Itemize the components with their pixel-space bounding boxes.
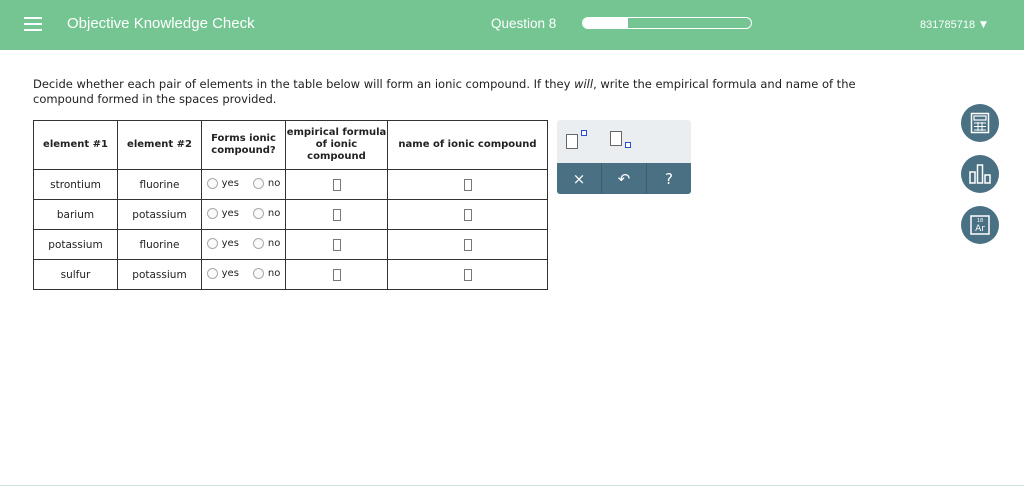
empirical-formula-cell	[285, 259, 388, 290]
element-2-cell: fluorine	[117, 229, 202, 260]
forms-ionic-cell: yes no	[201, 169, 286, 200]
element-1-cell: sulfur	[33, 259, 118, 290]
empirical-formula-input[interactable]	[332, 178, 341, 191]
column-header-empirical-formula: empirical formula of ionic compound	[285, 120, 388, 170]
compound-name-cell	[387, 169, 548, 200]
hamburger-menu-icon[interactable]	[24, 17, 42, 31]
footer-divider	[0, 485, 1024, 486]
no-label: no	[267, 177, 281, 189]
chevron-down-icon[interactable]: ▼	[980, 20, 987, 30]
forms-ionic-cell: yes no	[201, 259, 286, 290]
no-label: no	[267, 267, 281, 279]
forms-ionic-cell: yes no	[201, 229, 286, 260]
element-1-cell: barium	[33, 199, 118, 230]
empirical-formula-cell	[285, 229, 388, 260]
element-2-cell: potassium	[117, 259, 202, 290]
undo-icon[interactable]: ↶	[602, 163, 647, 194]
compound-name-input[interactable]	[463, 178, 472, 191]
no-radio[interactable]	[252, 207, 264, 219]
palette-actions: × ↶ ?	[557, 163, 691, 194]
empirical-formula-cell	[285, 169, 388, 200]
element-2-cell: fluorine	[117, 169, 202, 200]
yes-radio[interactable]	[206, 207, 218, 219]
yes-label: yes	[221, 207, 239, 219]
periodic-table-button[interactable]: 18 Ar	[961, 206, 999, 244]
calculator-icon	[970, 112, 990, 134]
progress-fill	[583, 18, 629, 28]
table-row: potassium fluorine yes no	[33, 229, 548, 260]
data-analysis-button[interactable]	[961, 155, 999, 193]
no-label: no	[267, 237, 281, 249]
yes-radio[interactable]	[206, 267, 218, 279]
app-title: Objective Knowledge Check	[67, 15, 255, 32]
yes-label: yes	[221, 267, 239, 279]
column-header-element-1: element #1	[33, 120, 118, 170]
close-icon[interactable]: ×	[557, 163, 602, 194]
template-row	[557, 120, 691, 163]
bar-chart-icon	[969, 164, 991, 184]
compound-name-input[interactable]	[463, 208, 472, 221]
ionic-compound-table: element #1 element #2 Forms ionic compou…	[33, 120, 548, 290]
instructions-emphasis: will	[574, 77, 594, 91]
yes-radio[interactable]	[206, 237, 218, 249]
empirical-formula-input[interactable]	[332, 268, 341, 281]
instructions-text-1: Decide whether each pair of elements in …	[33, 77, 575, 91]
table-row: strontium fluorine yes no	[33, 169, 548, 200]
top-bar: Objective Knowledge Check Question 8 831…	[0, 0, 1024, 50]
answer-palette: × ↶ ?	[557, 120, 691, 194]
forms-ionic-cell: yes no	[201, 199, 286, 230]
instructions: Decide whether each pair of elements in …	[33, 77, 913, 107]
table-header-row: element #1 element #2 Forms ionic compou…	[33, 120, 548, 170]
subscript-template-icon[interactable]	[609, 129, 637, 153]
yes-label: yes	[221, 237, 239, 249]
compound-name-cell	[387, 259, 548, 290]
element-symbol-label: Ar	[975, 224, 985, 234]
element-1-cell: potassium	[33, 229, 118, 260]
help-icon[interactable]: ?	[647, 163, 691, 194]
yes-label: yes	[221, 177, 239, 189]
no-radio[interactable]	[252, 237, 264, 249]
calculator-button[interactable]	[961, 104, 999, 142]
compound-name-cell	[387, 229, 548, 260]
element-2-cell: potassium	[117, 199, 202, 230]
superscript-template-icon[interactable]	[565, 129, 593, 153]
table-row: barium potassium yes no	[33, 199, 548, 230]
compound-name-input[interactable]	[463, 238, 472, 251]
table-row: sulfur potassium yes no	[33, 259, 548, 290]
periodic-table-icon: 18 Ar	[970, 215, 990, 235]
empirical-formula-input[interactable]	[332, 238, 341, 251]
column-header-forms-ionic: Forms ionic compound?	[201, 120, 286, 170]
user-id[interactable]: 831785718	[920, 19, 975, 31]
progress-bar	[582, 17, 752, 29]
empirical-formula-cell	[285, 199, 388, 230]
no-label: no	[267, 207, 281, 219]
no-radio[interactable]	[252, 267, 264, 279]
no-radio[interactable]	[252, 177, 264, 189]
compound-name-cell	[387, 199, 548, 230]
column-header-compound-name: name of ionic compound	[387, 120, 548, 170]
column-header-element-2: element #2	[117, 120, 202, 170]
yes-radio[interactable]	[206, 177, 218, 189]
element-1-cell: strontium	[33, 169, 118, 200]
compound-name-input[interactable]	[463, 268, 472, 281]
question-number: Question 8	[491, 16, 557, 31]
empirical-formula-input[interactable]	[332, 208, 341, 221]
